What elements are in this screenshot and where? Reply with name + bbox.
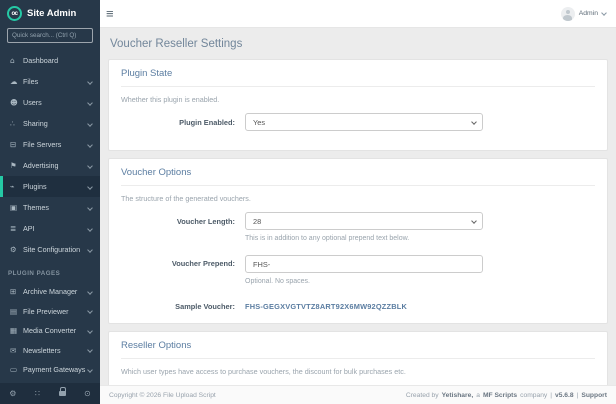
cloud-icon: ☁	[10, 77, 23, 86]
chevron-down-icon	[87, 142, 93, 148]
chevron-down-icon	[601, 10, 607, 16]
chevron-down-icon	[87, 367, 93, 373]
sidebar-item-file-servers[interactable]: ⊟ File Servers	[0, 134, 100, 155]
user-name: Admin	[579, 10, 598, 17]
chevron-down-icon	[471, 119, 477, 125]
voucher-length-select[interactable]: 28	[245, 212, 483, 230]
menu-toggle-icon[interactable]: ≡	[106, 7, 114, 20]
chevron-down-icon	[471, 218, 477, 224]
voucher-length-label: Voucher Length:	[121, 212, 239, 245]
app-logo[interactable]: oc Site Admin	[0, 0, 100, 26]
sample-voucher-value: FHS-GEGXVGTVTZ8ART92X6MW92QZZBLK	[245, 297, 483, 311]
plugin-enabled-row: Plugin Enabled: Yes	[121, 113, 595, 131]
chevron-down-icon	[87, 121, 93, 127]
plug-icon: ⌁	[10, 182, 23, 191]
sidebar-item-media-converter[interactable]: ▦ Media Converter	[0, 321, 100, 341]
sidebar-item-advertising[interactable]: ⚑ Advertising	[0, 155, 100, 176]
sidebar-nav: ⌂ Dashboard ☁ Files ☻ Users ∴ Sharing ⊟ …	[0, 50, 100, 399]
envelope-icon: ✉	[10, 346, 23, 355]
site-admin-app: oc Site Admin ⌂ Dashboard ☁ Files ☻ User…	[0, 0, 616, 404]
support-link[interactable]: Support	[581, 392, 607, 399]
app-title: Site Admin	[27, 8, 76, 19]
chevron-down-icon	[87, 163, 93, 169]
gear-icon[interactable]: ⚙	[9, 390, 16, 398]
gear-icon: ⚙	[10, 245, 23, 254]
image-icon: ▣	[10, 203, 23, 212]
megaphone-icon: ⚑	[10, 161, 23, 170]
version-text: v5.6.8	[555, 392, 574, 399]
chevron-down-icon	[87, 226, 93, 232]
section-title: Plugin State	[121, 68, 595, 87]
sidebar-footer-toolbar: ⚙ ∷ ⊙	[0, 383, 100, 404]
yetishare-link[interactable]: Yetishare,	[442, 392, 474, 399]
section-title: Reseller Options	[121, 340, 595, 359]
plugin-enabled-select[interactable]: Yes	[245, 113, 483, 131]
sample-voucher-row: Sample Voucher: FHS-GEGXVGTVTZ8ART92X6MW…	[121, 297, 595, 311]
sidebar-item-api[interactable]: ≣ API	[0, 218, 100, 239]
chevron-down-icon	[87, 100, 93, 106]
site-logo-icon: oc	[7, 6, 22, 21]
created-by-text: Created by	[406, 392, 439, 399]
sidebar-item-themes[interactable]: ▣ Themes	[0, 197, 100, 218]
content: Voucher Reseller Settings Plugin State W…	[100, 28, 616, 404]
film-icon: ▦	[10, 326, 23, 335]
archive-icon: ⊞	[10, 287, 23, 296]
sidebar-item-newsletters[interactable]: ✉ Newsletters	[0, 341, 100, 361]
sidebar-item-plugins[interactable]: ⌁ Plugins	[0, 176, 100, 197]
sidebar-item-users[interactable]: ☻ Users	[0, 92, 100, 113]
chevron-down-icon	[87, 247, 93, 253]
chevron-down-icon	[87, 184, 93, 190]
voucher-prepend-help: Optional. No spaces.	[245, 277, 483, 288]
credit-card-icon: ▭	[10, 365, 23, 374]
chevron-down-icon	[87, 289, 93, 295]
voucher-prepend-row: Voucher Prepend: Optional. No spaces.	[121, 254, 595, 288]
sidebar-item-site-configuration[interactable]: ⚙ Site Configuration	[0, 239, 100, 260]
lock-icon[interactable]	[59, 391, 66, 396]
power-icon[interactable]: ⊙	[84, 390, 91, 398]
voucher-length-row: Voucher Length: 28 This is in addition t…	[121, 212, 595, 245]
plugin-state-card: Plugin State Whether this plugin is enab…	[108, 59, 608, 151]
server-icon: ⊟	[10, 140, 23, 149]
avatar	[561, 7, 575, 21]
sidebar-item-sharing[interactable]: ∴ Sharing	[0, 113, 100, 134]
plugin-pages-section-label: PLUGIN PAGES	[0, 260, 100, 282]
section-description: Which user types have access to purchase…	[121, 367, 595, 376]
page-title: Voucher Reseller Settings	[108, 28, 608, 59]
section-description: The structure of the generated vouchers.	[121, 194, 595, 203]
sidebar-item-files[interactable]: ☁ Files	[0, 71, 100, 92]
chevron-down-icon	[87, 79, 93, 85]
voucher-length-help: This is in addition to any optional prep…	[245, 234, 483, 245]
share-icon: ∴	[10, 119, 23, 128]
api-icon: ≣	[10, 224, 23, 233]
expand-icon[interactable]: ∷	[35, 390, 40, 398]
sidebar-item-dashboard[interactable]: ⌂ Dashboard	[0, 50, 100, 71]
search-input[interactable]	[7, 28, 93, 43]
sidebar: oc Site Admin ⌂ Dashboard ☁ Files ☻ User…	[0, 0, 100, 404]
mfscripts-link[interactable]: MF Scripts	[483, 392, 517, 399]
home-icon: ⌂	[10, 56, 23, 65]
voucher-options-card: Voucher Options The structure of the gen…	[108, 158, 608, 324]
sidebar-item-archive-manager[interactable]: ⊞ Archive Manager	[0, 282, 100, 302]
users-icon: ☻	[10, 98, 23, 107]
sidebar-item-file-previewer[interactable]: ▤ File Previewer	[0, 302, 100, 322]
chevron-down-icon	[87, 308, 93, 314]
chevron-down-icon	[87, 347, 93, 353]
file-icon: ▤	[10, 307, 23, 316]
copyright-text: Copyright © 2026 File Upload Script	[109, 392, 216, 399]
sidebar-item-payment-gateways[interactable]: ▭ Payment Gateways	[0, 360, 100, 380]
user-menu[interactable]: Admin	[561, 7, 606, 21]
footer: Copyright © 2026 File Upload Script Crea…	[100, 385, 616, 404]
main-area: ≡ Admin Voucher Reseller Settings Plugin…	[100, 0, 616, 404]
voucher-prepend-label: Voucher Prepend:	[121, 254, 239, 288]
section-title: Voucher Options	[121, 167, 595, 186]
top-bar: ≡ Admin	[100, 0, 616, 28]
section-description: Whether this plugin is enabled.	[121, 95, 595, 104]
chevron-down-icon	[87, 328, 93, 334]
plugin-enabled-label: Plugin Enabled:	[121, 113, 239, 131]
voucher-prepend-input[interactable]	[245, 255, 483, 273]
sample-voucher-label: Sample Voucher:	[121, 297, 239, 311]
chevron-down-icon	[87, 205, 93, 211]
plugin-pages-group: ⊞ Archive Manager ▤ File Previewer ▦ Med…	[0, 282, 100, 399]
